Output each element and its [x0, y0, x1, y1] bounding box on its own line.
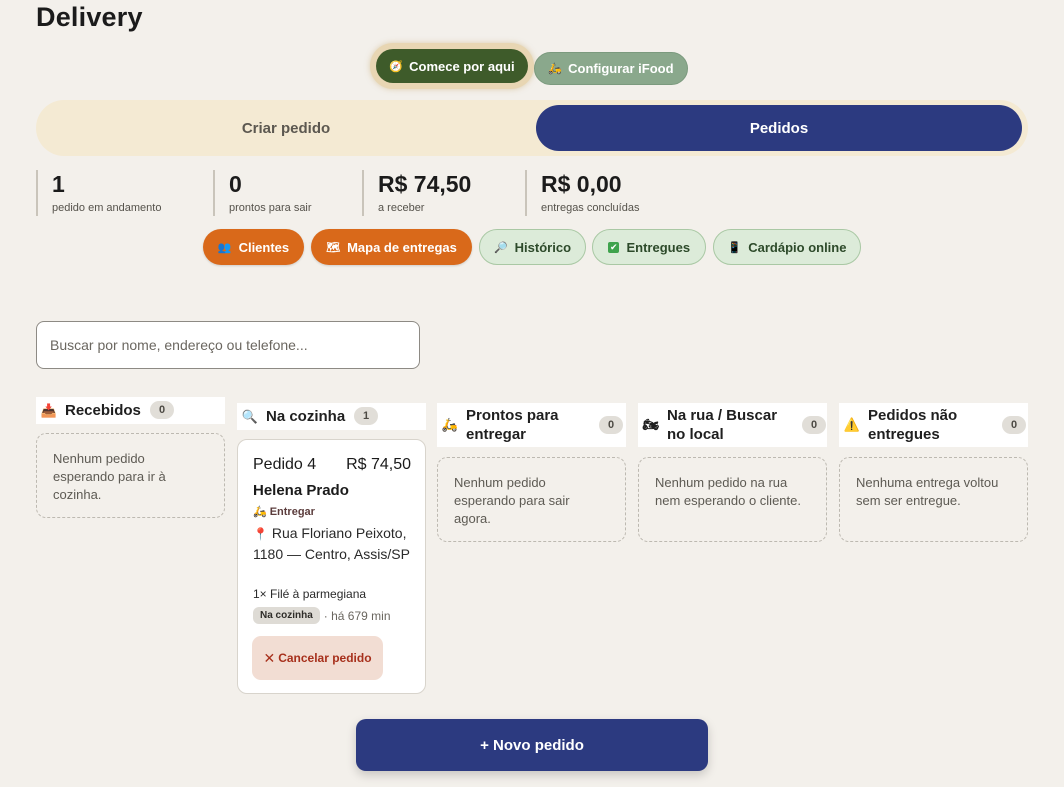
- elapsed-time: · há 679 min: [323, 608, 391, 623]
- column-ready-header: 🛵 Prontos para entregar 0: [437, 403, 626, 447]
- cancel-order-button[interactable]: ✕ Cancelar pedido: [252, 636, 383, 680]
- configure-ifood-button[interactable]: 🛵 Configurar iFood: [534, 52, 688, 85]
- column-on-road-header: 🏍 Na rua / Buscar no local 0: [638, 403, 827, 447]
- scooter-icon: 🛵: [441, 417, 459, 432]
- delivery-map-button[interactable]: 🗺 Mapa de entregas: [311, 229, 472, 265]
- status-badge: Na cozinha: [253, 607, 320, 624]
- column-received-empty: Nenhum pedido esperando para ir à cozinh…: [36, 433, 225, 518]
- column-count: 0: [802, 416, 826, 434]
- history-button[interactable]: 🔎 Histórico: [479, 229, 586, 265]
- people-icon: 👥: [217, 241, 232, 254]
- order-number: Pedido 4: [253, 456, 317, 473]
- inbox-icon: 📥: [40, 402, 58, 418]
- order-card[interactable]: Pedido 4 R$ 74,50 Helena Prado 🛵 Entregar…: [237, 439, 426, 694]
- column-count: 0: [599, 416, 623, 434]
- tab-orders[interactable]: Pedidos: [536, 105, 1022, 151]
- column-not-delivered-header: ⚠️ Pedidos não entregues 0: [839, 403, 1028, 447]
- warning-icon: ⚠️: [843, 417, 861, 432]
- magnifier-icon: 🔍: [241, 408, 259, 424]
- order-address: 📍 Rua Floriano Peixoto, 1180 — Centro, A…: [253, 525, 410, 562]
- column-count: 0: [1002, 416, 1026, 434]
- scooter-icon: 🛵: [253, 506, 267, 518]
- page-title: Delivery: [36, 2, 143, 32]
- column-count: 0: [150, 401, 174, 419]
- magnifier-icon: 🔎: [493, 241, 508, 254]
- column-kitchen-header: 🔍 Na cozinha 1: [237, 403, 426, 430]
- motorcycle-icon: 🏍: [642, 417, 660, 432]
- column-on-road-empty: Nenhum pedido na rua nem esperando o cli…: [638, 457, 827, 542]
- column-ready-empty: Nenhum pedido esperando para sair agora.: [437, 457, 626, 542]
- new-order-button[interactable]: + Novo pedido: [356, 719, 708, 771]
- order-type: 🛵 Entregar: [253, 506, 315, 518]
- compass-icon: 🧭: [389, 60, 404, 73]
- stat-in-progress: 1 pedido em andamento: [36, 170, 161, 216]
- start-here-button[interactable]: 🧭 Comece por aqui: [376, 49, 528, 83]
- check-icon: ✔: [607, 241, 620, 253]
- column-received-header: 📥 Recebidos 0: [36, 397, 225, 424]
- clients-button[interactable]: 👥 Clientes: [203, 229, 304, 265]
- start-button-halo: 🧭 Comece por aqui: [370, 43, 534, 89]
- pin-icon: 📍: [253, 527, 268, 541]
- order-price: R$ 74,50: [346, 456, 411, 473]
- stat-to-receive: R$ 74,50 a receber: [362, 170, 471, 216]
- order-status-row: Na cozinha · há 679 min: [253, 607, 391, 624]
- scooter-icon: 🛵: [548, 63, 563, 75]
- stat-ready: 0 prontos para sair: [213, 170, 312, 216]
- phone-menu-icon: 📱: [727, 241, 742, 254]
- delivered-button[interactable]: ✔ Entregues: [592, 229, 706, 265]
- tab-create-order[interactable]: Criar pedido: [36, 100, 536, 156]
- search-input[interactable]: [36, 321, 420, 369]
- view-switcher: Criar pedido Pedidos: [36, 100, 1028, 156]
- column-count: 1: [354, 407, 378, 425]
- map-icon: 🗺: [326, 241, 341, 254]
- stat-completed: R$ 0,00 entregas concluídas: [525, 170, 639, 216]
- column-not-delivered-empty: Nenhuma entrega voltou sem ser entregue.: [839, 457, 1028, 542]
- online-menu-button[interactable]: 📱 Cardápio online: [713, 229, 861, 265]
- order-items: 1× Filé à parmegiana: [253, 587, 367, 601]
- customer-name: Helena Prado: [253, 482, 349, 499]
- close-icon: ✕: [263, 649, 276, 666]
